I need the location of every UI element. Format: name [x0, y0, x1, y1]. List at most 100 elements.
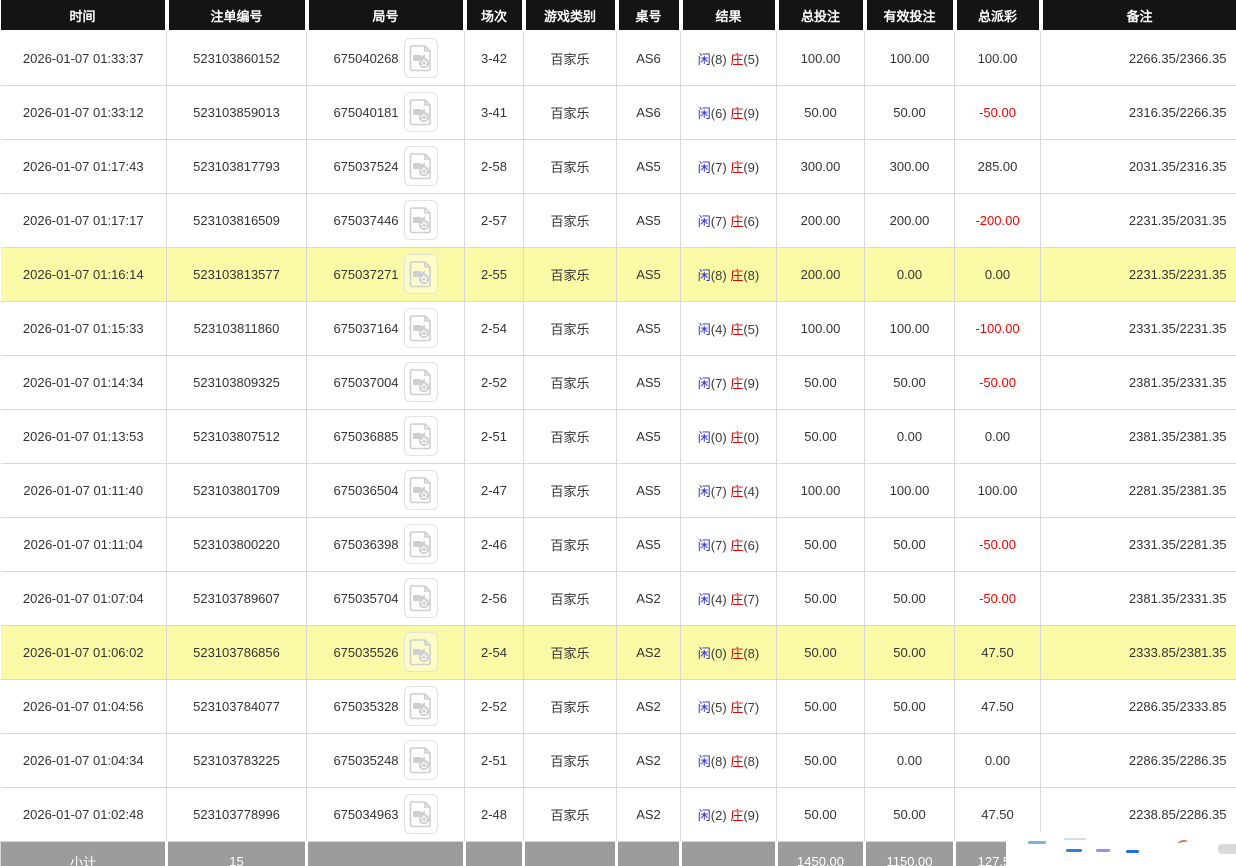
video-replay-icon[interactable] [403, 740, 438, 780]
result-player-score: (7) [710, 483, 727, 499]
result-player-label: 闲 [697, 699, 711, 715]
result-player-score: (4) [710, 591, 727, 607]
round-cell-content: 675037004 [333, 362, 438, 402]
cell-remark: 2031.35/2316.35 [1040, 138, 1236, 194]
footer-subtotal-label: 小计 [0, 840, 168, 866]
cell-valid-bet: 0.00 [864, 246, 955, 302]
cell-total-payout: 285.00 [954, 138, 1041, 194]
artifact-dash [1126, 850, 1139, 853]
video-replay-icon[interactable] [403, 38, 438, 79]
artifact-dash [1064, 838, 1086, 840]
cell-game-type: 百家乐 [523, 732, 617, 788]
cell-bet-id: 523103816509 [166, 192, 307, 248]
table-row[interactable]: 2026-01-07 01:16:14 523103813577 675037271… [0, 246, 1236, 302]
table-row[interactable]: 2026-01-07 01:11:40 523103801709 675036504… [0, 462, 1236, 518]
result-player-label: 闲 [697, 105, 711, 121]
cell-time: 2026-01-07 01:17:17 [0, 192, 167, 248]
footer-empty-game [523, 840, 618, 866]
cell-table-no: AS5 [616, 408, 681, 464]
cell-result: 闲(7) 庄(6) [680, 516, 777, 572]
cell-game-type: 百家乐 [523, 192, 617, 248]
cell-result: 闲(6) 庄(9) [680, 84, 777, 140]
cell-session: 2-54 [464, 300, 524, 356]
cell-round: 675034963 [306, 786, 465, 842]
result-player-label: 闲 [697, 483, 711, 499]
artifact-chip [1218, 844, 1236, 854]
cell-round: 675037004 [306, 354, 465, 410]
cell-bet-id: 523103800220 [166, 516, 307, 572]
video-replay-icon[interactable] [403, 470, 438, 510]
video-replay-icon[interactable] [403, 794, 438, 834]
result-banker-score: (7) [743, 591, 760, 607]
cell-session: 2-47 [464, 462, 524, 518]
table-row[interactable]: 2026-01-07 01:11:04 523103800220 675036398… [0, 516, 1236, 572]
round-number: 675037446 [333, 212, 399, 228]
cell-table-no: AS2 [616, 678, 681, 734]
cell-table-no: AS6 [616, 30, 681, 86]
video-replay-icon[interactable] [403, 254, 438, 294]
cell-total-bet: 50.00 [776, 624, 865, 680]
cell-valid-bet: 0.00 [864, 732, 955, 788]
result-player-label: 闲 [697, 645, 711, 661]
cell-bet-id: 523103784077 [166, 678, 307, 734]
video-replay-icon[interactable] [403, 308, 438, 348]
cell-game-type: 百家乐 [523, 624, 617, 680]
cell-total-payout: -50.00 [954, 354, 1041, 410]
cell-time: 2026-01-07 01:33:12 [0, 84, 167, 140]
table-row[interactable]: 2026-01-07 01:04:34 523103783225 675035248… [0, 732, 1236, 788]
result-banker-label: 庄 [730, 213, 744, 229]
col-header-time: 时间 [0, 0, 169, 32]
cell-time: 2026-01-07 01:02:48 [0, 786, 167, 842]
table-row[interactable]: 2026-01-07 01:06:02 523103786856 675035526… [0, 624, 1236, 680]
cell-bet-id: 523103817793 [166, 138, 307, 194]
video-replay-icon[interactable] [403, 524, 438, 564]
video-replay-icon[interactable] [403, 92, 438, 132]
table-row[interactable]: 2026-01-07 01:07:04 523103789607 675035704… [0, 570, 1236, 626]
cell-bet-id: 523103786856 [166, 624, 307, 680]
footer-row-count: 15 [166, 840, 308, 866]
video-replay-icon[interactable] [403, 146, 438, 186]
result-player-label: 闲 [697, 591, 711, 607]
video-replay-icon[interactable] [403, 362, 438, 402]
col-header-round: 局号 [306, 0, 467, 32]
cell-remark: 2331.35/2281.35 [1040, 516, 1236, 572]
result-player-label: 闲 [697, 159, 711, 175]
cell-result: 闲(0) 庄(0) [680, 408, 777, 464]
cell-bet-id: 523103778996 [166, 786, 307, 842]
cell-round: 675040268 [306, 30, 465, 86]
video-replay-icon[interactable] [403, 200, 438, 240]
result-banker-label: 庄 [730, 591, 744, 607]
cell-session: 2-46 [464, 516, 524, 572]
video-replay-icon[interactable] [403, 416, 438, 456]
table-row[interactable]: 2026-01-07 01:15:33 523103811860 675037164… [0, 300, 1236, 356]
round-number: 675040268 [333, 50, 399, 66]
result-player-score: (7) [710, 537, 727, 553]
round-number: 675035328 [333, 698, 399, 714]
footer-empty-session [464, 840, 525, 866]
table-row[interactable]: 2026-01-07 01:33:12 523103859013 675040181… [0, 84, 1236, 140]
round-number: 675037271 [333, 266, 399, 282]
video-replay-icon[interactable] [403, 632, 438, 672]
col-header-table-no: 桌号 [616, 0, 683, 32]
artifact-dash [1028, 841, 1046, 844]
cell-session: 2-52 [464, 354, 524, 410]
table-row[interactable]: 2026-01-07 01:14:34 523103809325 675037004… [0, 354, 1236, 410]
cell-time: 2026-01-07 01:11:40 [0, 462, 167, 518]
cell-game-type: 百家乐 [523, 408, 617, 464]
round-number: 675035248 [333, 752, 399, 768]
result-player-score: (8) [710, 753, 727, 769]
result-banker-label: 庄 [730, 429, 744, 445]
cell-remark: 2381.35/2331.35 [1040, 570, 1236, 626]
cell-session: 2-55 [464, 246, 524, 302]
table-row[interactable]: 2026-01-07 01:33:37 523103860152 675040268… [0, 30, 1236, 86]
result-banker-score: (7) [743, 699, 760, 715]
video-replay-icon[interactable] [403, 578, 438, 618]
video-replay-icon[interactable] [403, 686, 438, 726]
table-row[interactable]: 2026-01-07 01:04:56 523103784077 675035328… [0, 678, 1236, 734]
table-row[interactable]: 2026-01-07 01:13:53 523103807512 675036885… [0, 408, 1236, 464]
cell-bet-id: 523103783225 [166, 732, 307, 788]
table-row[interactable]: 2026-01-07 01:17:17 523103816509 675037446… [0, 192, 1236, 248]
result-player-score: (7) [710, 159, 727, 175]
result-player-label: 闲 [697, 321, 711, 337]
table-row[interactable]: 2026-01-07 01:17:43 523103817793 675037524… [0, 138, 1236, 194]
